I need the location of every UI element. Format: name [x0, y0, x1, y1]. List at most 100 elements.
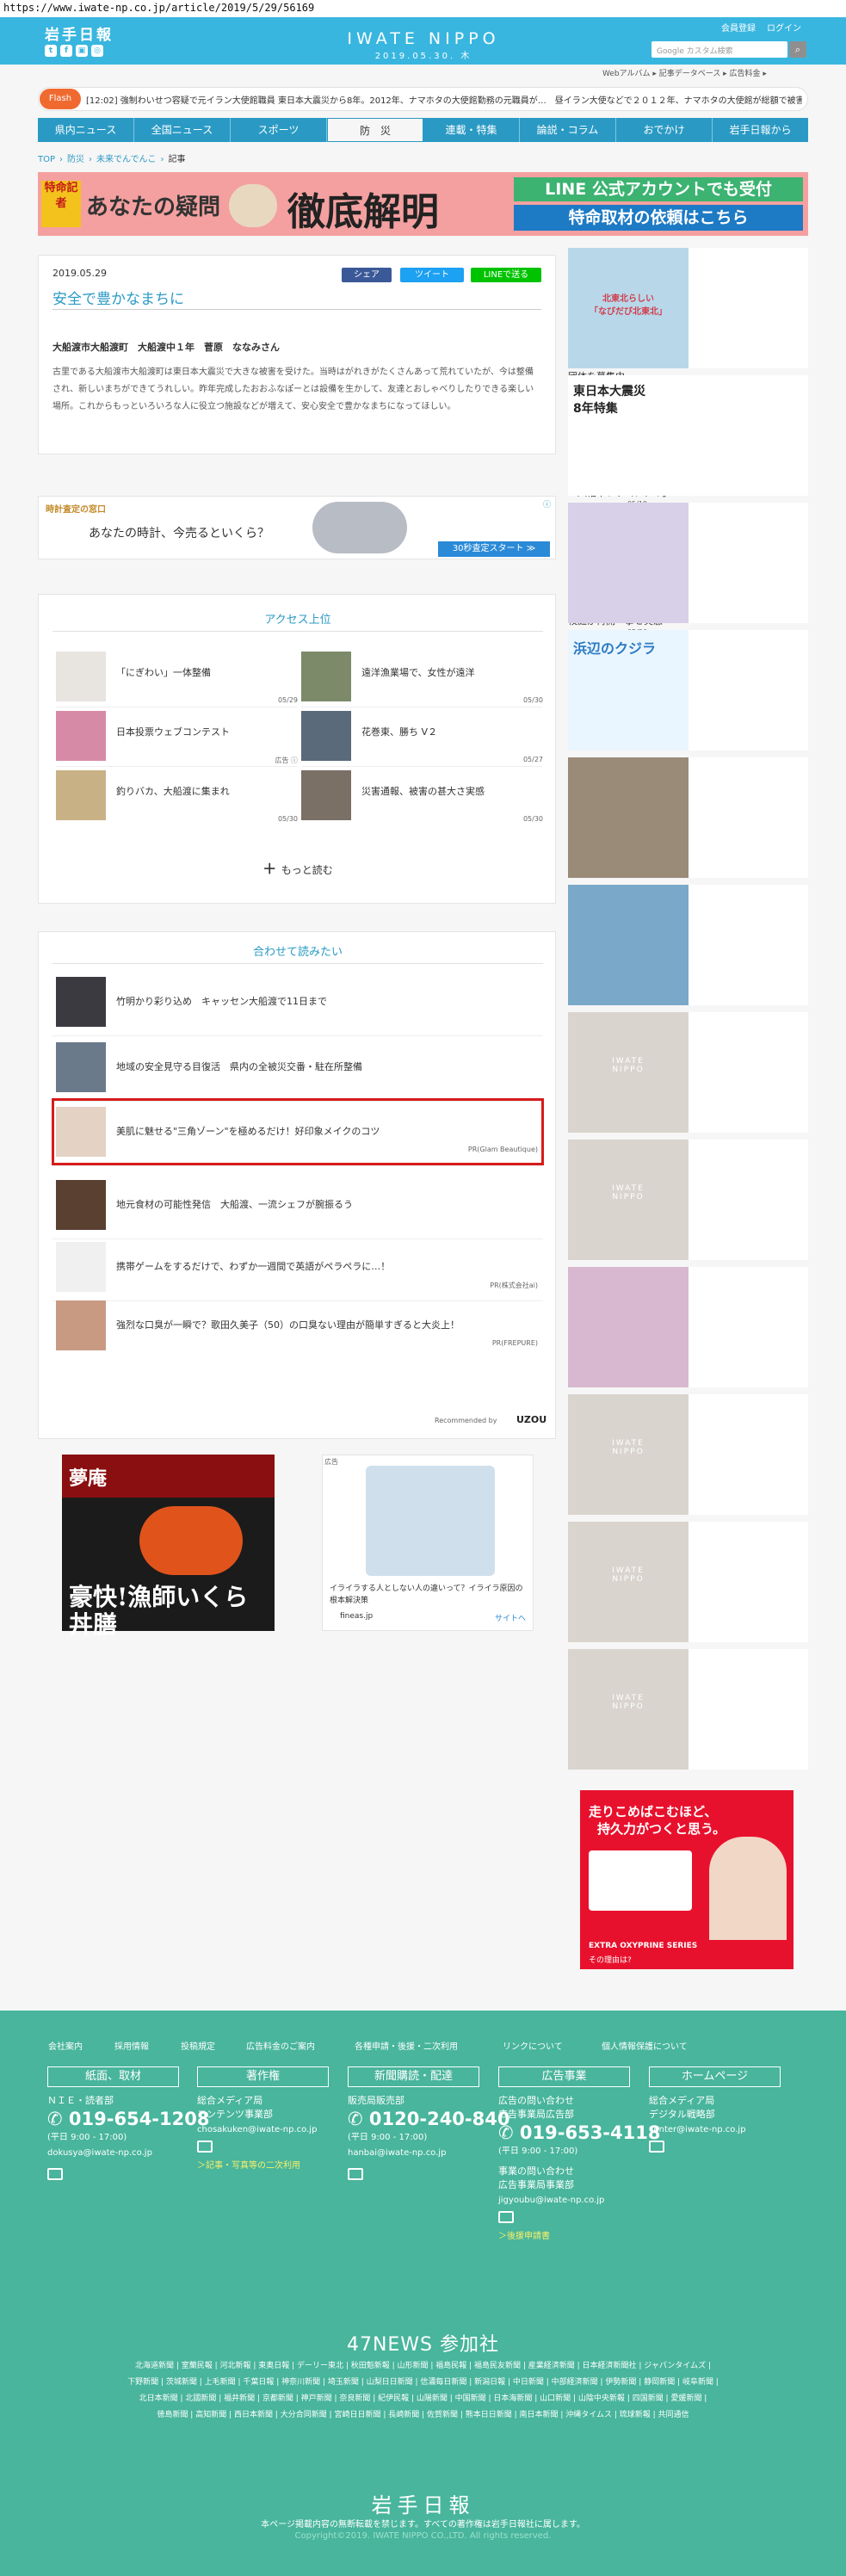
footer-c1-phone[interactable]: ✆ 019-654-1208 — [47, 2109, 209, 2129]
related-item-title[interactable]: 地元食材の可能性発信 大船渡、一流シェフが腕振るう — [116, 1197, 538, 1211]
fineas-ad[interactable]: 広告 イライラする人としない人の違いって？イライラ原因の根本解決策 fineas… — [322, 1455, 534, 1631]
search-input[interactable]: Google カスタム検索 — [651, 41, 787, 58]
access-thumb[interactable] — [56, 770, 106, 820]
footer-link[interactable]: 広告料金のご案内 — [246, 2039, 315, 2052]
access-thumb[interactable] — [56, 652, 106, 701]
n47-line4[interactable]: 徳島新聞 | 高知新聞 | 西日本新聞 | 大分合同新聞 | 宮崎日日新聞 | … — [26, 2407, 820, 2424]
sidebar-thumb[interactable]: 東日本大震災 8年特集 — [568, 375, 689, 496]
mail-icon[interactable] — [47, 2168, 63, 2180]
sidebar-thumb[interactable] — [568, 503, 689, 623]
footer-box-subscription[interactable]: 新聞購読・配達 — [348, 2066, 479, 2087]
related-item-title[interactable]: 携帯ゲームをするだけで、わずか一週間で英語がペラペラに…！ — [116, 1259, 538, 1273]
site-logo-small[interactable]: 岩手日報 — [45, 22, 114, 44]
related-thumb[interactable] — [56, 1300, 106, 1350]
member-register-link[interactable]: 会員登録 — [721, 21, 756, 34]
footer-c3-mail[interactable]: hanbai@iwate-np.co.jp — [348, 2147, 446, 2160]
footer-c4-note-link[interactable]: ＞後援申請書 — [498, 2230, 550, 2244]
read-more-button[interactable]: ＋ もっと読む — [39, 857, 557, 878]
tokumei-banner[interactable]: 特命記者 あなたの疑問 徹底解明 LINE 公式アカウントでも受付 特命取材の依… — [38, 172, 808, 236]
access-item-title[interactable]: 花巻東、勝ち V２ — [361, 725, 547, 738]
twitter-icon[interactable]: t — [45, 45, 57, 57]
footer-box-homepage[interactable]: ホームページ — [649, 2066, 781, 2087]
sidebar-thumb[interactable]: IWATE NIPPO — [568, 1394, 689, 1515]
nav-series[interactable]: 連載・特集 — [423, 118, 520, 142]
sub-links[interactable]: Webアルバム ▸ 記事データベース ▸ 広告料金 ▸ — [602, 67, 767, 78]
footer-c3-phone[interactable]: ✆ 0120-240-840 — [348, 2109, 509, 2129]
footer-c2-note-link[interactable]: ＞記事・写真等の二次利用 — [197, 2159, 300, 2173]
footer-c2-mail[interactable]: chosakuken@iwate-np.co.jp — [197, 2123, 317, 2137]
n47-line2[interactable]: 下野新聞 | 茨城新聞 | 上毛新聞 | 千葉日報 | 神奈川新聞 | 埼玉新聞… — [26, 2375, 820, 2391]
footer-link[interactable]: 投稿規定 — [181, 2039, 215, 2052]
nav-national-news[interactable]: 全国ニュース — [134, 118, 231, 142]
sidebar-thumb[interactable]: IWATE NIPPO — [568, 1649, 689, 1770]
breadcrumb-denden[interactable]: 未来でんでんこ — [96, 155, 157, 164]
fineas-link[interactable]: サイトへ — [495, 1612, 526, 1623]
access-item-title[interactable]: 「にぎわい」一体整備 — [116, 665, 293, 679]
address-bar[interactable]: https://www.iwate-np.co.jp/article/2019/… — [0, 0, 846, 17]
flash-text[interactable]: [12:02] 強制わいせつ容疑で元イラン大使館職員 東日本大震災から8年。20… — [86, 93, 802, 106]
access-thumb[interactable] — [301, 652, 351, 701]
youtube-icon[interactable]: ▣ — [76, 45, 88, 57]
ikura-ad[interactable]: 夢庵 豪快!漁師いくら丼膳 — [62, 1455, 275, 1639]
mail-icon[interactable] — [348, 2168, 363, 2180]
breadcrumb-bousai[interactable]: 防災 — [67, 155, 84, 164]
access-thumb[interactable] — [301, 770, 351, 820]
site-logo[interactable]: IWATE NIPPO — [337, 29, 509, 48]
ad-choices-icon[interactable]: ⓘ — [543, 498, 553, 510]
related-item-title[interactable]: 強烈な口臭が一瞬で？歌田久美子（50）の口臭ない理由が簡単すぎると大炎上！ — [116, 1318, 538, 1331]
access-thumb[interactable] — [301, 711, 351, 761]
sidebar-thumb[interactable]: 北東北らしい 「なびだび北東北」 — [568, 248, 689, 368]
related-thumb[interactable] — [56, 1180, 106, 1230]
mail-icon[interactable] — [197, 2140, 213, 2153]
sidebar-thumb[interactable]: IWATE NIPPO — [568, 1522, 689, 1642]
access-item-title[interactable]: 災害通報、被害の甚大さ実感 — [361, 784, 547, 798]
access-thumb[interactable] — [56, 711, 106, 761]
nav-column[interactable]: 論説・コラム — [520, 118, 616, 142]
footer-link[interactable]: 採用情報 — [114, 2039, 149, 2052]
line-share-button[interactable]: LINEで送る — [471, 268, 541, 282]
n47-line1[interactable]: 北海道新聞 | 室蘭民報 | 河北新報 | 東奥日報 | デーリー東北 | 秋田… — [26, 2358, 820, 2375]
footer-box-advertising[interactable]: 広告事業 — [498, 2066, 630, 2087]
related-thumb[interactable] — [56, 1107, 106, 1157]
sidebar-thumb[interactable] — [568, 885, 689, 1005]
facebook-share-button[interactable]: シェア — [342, 268, 392, 282]
sidebar-thumb[interactable] — [568, 757, 689, 878]
nav-local-news[interactable]: 県内ニュース — [38, 118, 134, 142]
footer-c4-phone[interactable]: ✆ 019-653-4118 — [498, 2122, 660, 2143]
sidebar-thumb[interactable]: IWATE NIPPO — [568, 1140, 689, 1260]
related-item-title[interactable]: 地域の安全見守る目復活 県内の全被災交番・駐在所整備 — [116, 1059, 538, 1073]
related-item-title[interactable]: 美肌に魅せる"三角ゾーン"を極めるだけ！好印象メイクのコツ — [116, 1124, 538, 1138]
watch-ad-cta[interactable]: 30秒査定スタート ≫ — [438, 541, 550, 557]
mail-icon[interactable] — [649, 2140, 664, 2153]
related-item-title[interactable]: 竹明かり彩り込め キャッセン大船渡で11日まで — [116, 994, 538, 1008]
nav-sports[interactable]: スポーツ — [231, 118, 327, 142]
footer-box-newspaper[interactable]: 紙面、取材 — [47, 2066, 179, 2087]
access-item-title[interactable]: 日本投票ウェブコンテスト — [116, 725, 293, 738]
sidebar-thumb[interactable] — [568, 1267, 689, 1387]
nav-from-iwate-nippo[interactable]: 岩手日報から — [713, 118, 808, 142]
related-thumb[interactable] — [56, 1242, 106, 1292]
nav-bousai[interactable]: 防 災 — [327, 118, 423, 142]
footer-link[interactable]: リンクについて — [503, 2039, 563, 2052]
nav-odekake[interactable]: おでかけ — [616, 118, 713, 142]
related-thumb[interactable] — [56, 1042, 106, 1092]
breadcrumb-top[interactable]: TOP — [38, 155, 55, 164]
footer-logo[interactable]: 岩手日報 — [0, 2488, 846, 2518]
access-item-title[interactable]: 遠洋漁業場で、女性が遠洋 — [361, 665, 547, 679]
tweet-button[interactable]: ツイート — [400, 268, 464, 282]
footer-box-copyright[interactable]: 著作権 — [197, 2066, 329, 2087]
sidebar-thumb[interactable]: IWATE NIPPO — [568, 1012, 689, 1133]
footer-link[interactable]: 会社案内 — [48, 2039, 83, 2052]
login-link[interactable]: ログイン — [767, 21, 801, 34]
instagram-icon[interactable]: ◎ — [91, 45, 103, 57]
facebook-icon[interactable]: f — [60, 45, 72, 57]
sidebar-thumb[interactable]: 浜辺のクジラ — [568, 630, 689, 751]
n47-line3[interactable]: 北日本新聞 | 北國新聞 | 福井新聞 | 京都新聞 | 神戸新聞 | 奈良新聞… — [26, 2391, 820, 2407]
footer-c5-mail[interactable]: center@iwate-np.co.jp — [649, 2123, 746, 2137]
access-item-title[interactable]: 釣りバカ、大船渡に集まれ — [116, 784, 293, 798]
footer-c1-mail[interactable]: dokusya@iwate-np.co.jp — [47, 2147, 152, 2160]
footer-link[interactable]: 各種申請・後援・二次利用 — [355, 2039, 458, 2052]
mail-icon[interactable] — [498, 2211, 514, 2223]
related-thumb[interactable] — [56, 977, 106, 1027]
footer-c4-mail[interactable]: jigyoubu@iwate-np.co.jp — [498, 2194, 604, 2208]
